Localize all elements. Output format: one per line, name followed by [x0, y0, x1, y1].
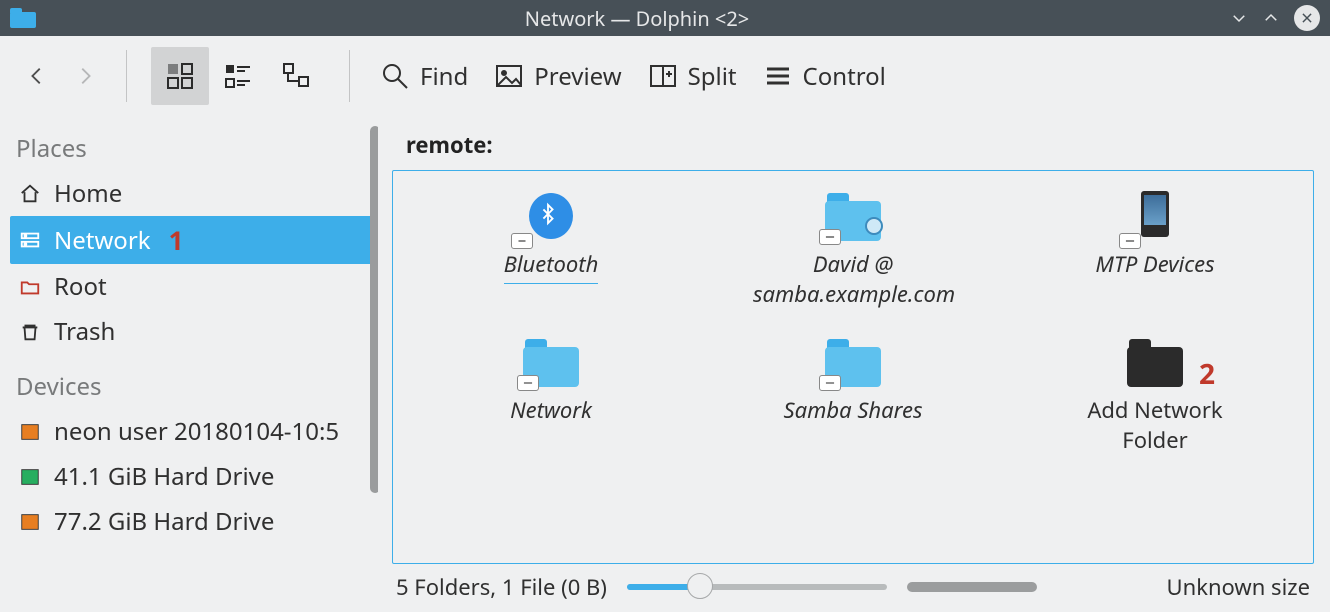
control-button[interactable]: Control	[757, 56, 892, 97]
trash-icon	[18, 320, 42, 344]
item-add-network-folder[interactable]: Add Network Folder 2	[1009, 337, 1301, 455]
devices-header: Devices	[10, 364, 378, 409]
places-panel: Places Home Network 1 Root Trash Devices	[0, 116, 382, 612]
disk-icon	[18, 510, 42, 534]
annotation-marker: 2	[1199, 355, 1215, 393]
maximize-icon[interactable]	[1262, 9, 1280, 27]
sidebar-item-home[interactable]: Home	[10, 171, 378, 216]
status-summary: 5 Folders, 1 File (0 B)	[396, 572, 607, 602]
toolbar: Find Preview Split Control	[0, 36, 1330, 116]
sidebar-item-trash[interactable]: Trash	[10, 309, 378, 354]
bluetooth-icon	[523, 191, 579, 241]
network-folder-icon	[523, 337, 579, 387]
network-icon	[18, 228, 42, 252]
item-label: Samba Shares	[784, 395, 923, 425]
sidebar-item-label: Home	[54, 177, 122, 210]
sidebar-item-label: neon user 20180104-10:5	[54, 415, 339, 448]
window-title: Network — Dolphin <2>	[44, 5, 1230, 32]
hamburger-icon	[763, 61, 793, 91]
sidebar-item-label: Root	[54, 270, 107, 303]
control-label: Control	[803, 60, 886, 93]
chevron-right-icon	[74, 65, 96, 87]
item-samba-shares[interactable]: Samba Shares	[707, 337, 999, 455]
disk-icon	[18, 420, 42, 444]
item-mtp[interactable]: MTP Devices	[1009, 191, 1301, 309]
view-mode-group	[151, 47, 325, 105]
split-button[interactable]: Split	[642, 56, 743, 97]
item-label: Bluetooth	[504, 249, 599, 284]
zoom-slider[interactable]	[627, 583, 887, 591]
home-icon	[18, 182, 42, 206]
separator	[349, 50, 350, 102]
sidebar-item-label: Trash	[54, 315, 115, 348]
add-folder-icon	[1127, 337, 1183, 387]
item-samba-host[interactable]: David @ samba.example.com	[707, 191, 999, 309]
list-icon	[223, 61, 253, 91]
item-bluetooth[interactable]: Bluetooth	[405, 191, 697, 309]
sidebar-item-label: 41.1 GiB Hard Drive	[54, 460, 274, 493]
nav-back-button[interactable]	[20, 59, 54, 93]
sidebar-item-network[interactable]: Network 1	[10, 216, 378, 264]
view-tree-button[interactable]	[267, 47, 325, 105]
chevron-left-icon	[26, 65, 48, 87]
close-button[interactable]	[1294, 5, 1320, 31]
sidebar-item-device[interactable]: 77.2 GiB Hard Drive	[10, 499, 378, 544]
disk-icon	[18, 465, 42, 489]
find-label: Find	[420, 60, 468, 93]
sidebar-item-root[interactable]: Root	[10, 264, 378, 309]
view-icons-button[interactable]	[151, 47, 209, 105]
nav-forward-button[interactable]	[68, 59, 102, 93]
preview-label: Preview	[534, 60, 621, 93]
icon-view[interactable]: Bluetooth David @ samba.example.com MTP …	[392, 170, 1314, 564]
item-label: Add Network Folder	[1075, 395, 1235, 455]
item-label: MTP Devices	[1095, 249, 1214, 279]
network-folder-icon	[825, 191, 881, 241]
sidebar-item-device[interactable]: neon user 20180104-10:5	[10, 409, 378, 454]
item-label: Network	[510, 395, 592, 425]
item-label: David @ samba.example.com	[753, 249, 953, 309]
find-button[interactable]: Find	[374, 56, 474, 97]
sidebar-item-label: Network	[54, 224, 151, 257]
titlebar: Network — Dolphin <2>	[0, 0, 1330, 36]
separator	[126, 50, 127, 102]
sidebar-item-label: 77.2 GiB Hard Drive	[54, 505, 274, 538]
network-folder-icon	[825, 337, 881, 387]
location-bar[interactable]: remote:	[392, 124, 1314, 170]
main-view: remote: Bluetooth David @ samba.example.…	[382, 116, 1330, 612]
tree-icon	[281, 61, 311, 91]
split-icon	[648, 61, 678, 91]
split-label: Split	[688, 60, 737, 93]
close-icon	[1300, 11, 1314, 25]
root-folder-icon	[18, 275, 42, 299]
mtp-icon	[1127, 191, 1183, 241]
places-header: Places	[10, 126, 378, 171]
view-details-button[interactable]	[209, 47, 267, 105]
preview-button[interactable]: Preview	[488, 56, 627, 97]
search-icon	[380, 61, 410, 91]
statusbar: 5 Folders, 1 File (0 B) Unknown size	[392, 564, 1314, 602]
capacity-bar	[907, 582, 1037, 592]
status-size: Unknown size	[1167, 572, 1310, 602]
sidebar-item-device[interactable]: 41.1 GiB Hard Drive	[10, 454, 378, 499]
image-icon	[494, 61, 524, 91]
item-network[interactable]: Network	[405, 337, 697, 455]
folder-app-icon	[10, 8, 36, 28]
minimize-icon[interactable]	[1230, 9, 1248, 27]
sidebar-scrollbar[interactable]: Places Home Network 1 Root Trash Devices	[10, 126, 378, 602]
annotation-marker: 1	[169, 222, 184, 258]
grid-icon	[165, 61, 195, 91]
